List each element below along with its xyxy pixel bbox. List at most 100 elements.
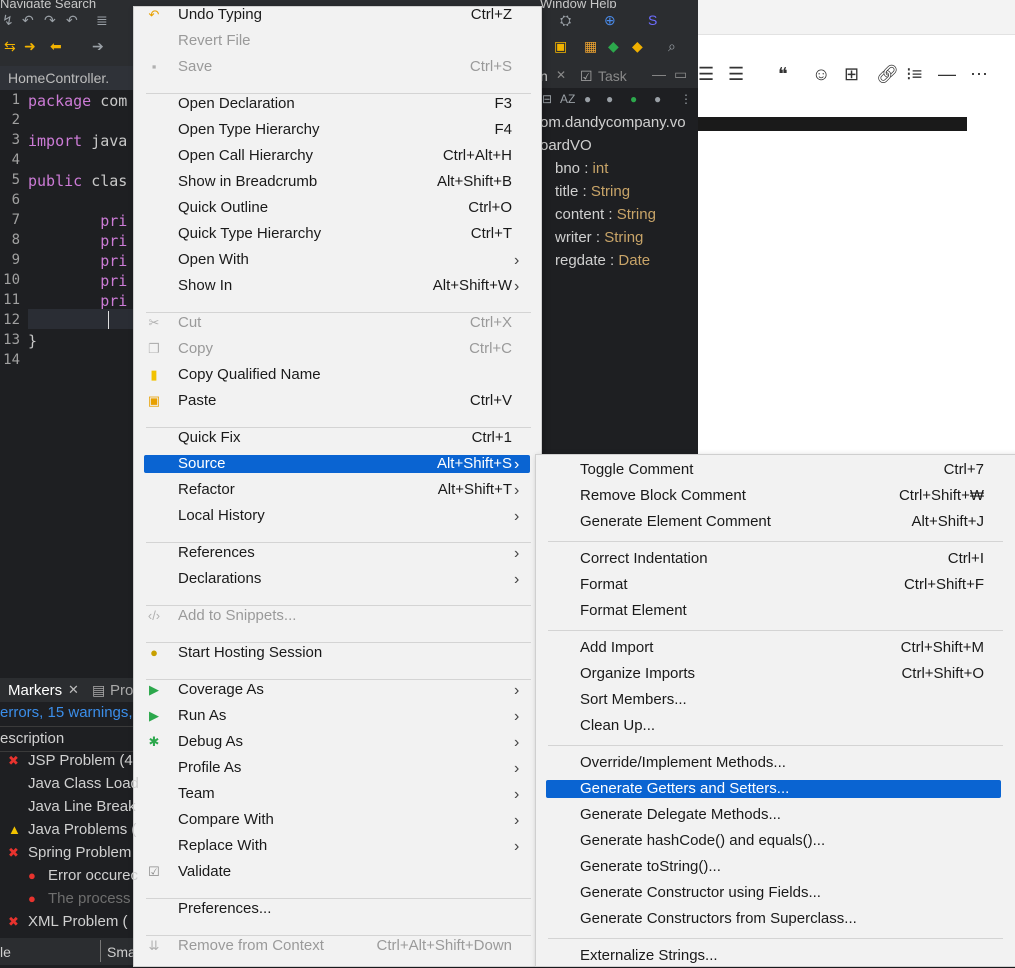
hide-fields-icon[interactable]: ● — [584, 92, 591, 106]
submenu-item-correct-indentation[interactable]: Correct Indentation Ctrl+I — [580, 547, 984, 571]
submenu-item-override-implement-methods[interactable]: Override/Implement Methods... — [580, 751, 984, 775]
menu-item-save[interactable]: Save Ctrl+S — [178, 55, 528, 79]
menu-item-open-with[interactable]: Open With — [178, 248, 528, 272]
hide-local-types-icon[interactable]: ● — [654, 92, 661, 106]
nav-back-icon[interactable]: ↶ — [22, 12, 34, 29]
code-line[interactable]: package com — [28, 92, 127, 110]
outline-field[interactable]: content : String — [555, 206, 656, 223]
horizontal-rule-icon[interactable]: — — [938, 64, 956, 85]
outline-field[interactable]: writer : String — [555, 229, 643, 246]
code-line[interactable]: public clas — [28, 172, 127, 190]
submenu-item-format[interactable]: Format Ctrl+Shift+F — [580, 573, 984, 597]
menu-item-quick-fix[interactable]: Quick Fix Ctrl+1 — [178, 426, 528, 450]
align-justify-icon[interactable]: ☰ — [728, 64, 744, 85]
maximize-icon[interactable]: ▭ — [674, 66, 687, 83]
spring-boot-icon[interactable]: S — [648, 12, 657, 28]
menu-item-team[interactable]: Team — [178, 782, 528, 806]
marker-row[interactable]: Error occurec — [48, 867, 138, 884]
submenu-item-organize-imports[interactable]: Organize Imports Ctrl+Shift+O — [580, 662, 984, 686]
submenu-item-add-import[interactable]: Add Import Ctrl+Shift+M — [580, 636, 984, 660]
perspective-git-icon[interactable]: ◆ — [608, 38, 619, 55]
search-icon[interactable]: ⌕ — [668, 38, 676, 55]
submenu-item-generate-element-comment[interactable]: Generate Element Comment Alt+Shift+J — [580, 510, 984, 534]
menu-item-add-to-snippets[interactable]: Add to Snippets... — [178, 604, 528, 628]
submenu-item-remove-block-comment[interactable]: Remove Block Comment Ctrl+Shift+₩ — [580, 484, 984, 508]
forward-arrow-icon[interactable]: ➔ — [92, 38, 104, 55]
sort-icon[interactable]: AZ — [560, 92, 575, 106]
hide-nonpublic-icon[interactable]: ● — [630, 92, 637, 106]
menu-item-paste[interactable]: Paste Ctrl+V — [178, 389, 528, 413]
collapse-all-icon[interactable]: ⊟ — [542, 92, 552, 106]
marker-row[interactable]: Java Line Break — [28, 798, 136, 815]
submenu-item-sort-members[interactable]: Sort Members... — [580, 688, 984, 712]
menu-item-compare-with[interactable]: Compare With — [178, 808, 528, 832]
outline-field[interactable]: regdate : Date — [555, 252, 650, 269]
code-line[interactable]: import java — [28, 132, 127, 150]
submenu-item-toggle-comment[interactable]: Toggle Comment Ctrl+7 — [580, 458, 984, 482]
menu-item-quick-outline[interactable]: Quick Outline Ctrl+O — [178, 196, 528, 220]
quote-icon[interactable]: ❝ — [778, 64, 788, 85]
submenu-item-generate-getters-and-setters[interactable]: Generate Getters and Setters... — [580, 777, 984, 801]
outline-field[interactable]: bno : int — [555, 160, 608, 177]
code-line[interactable]: pri — [28, 292, 127, 310]
code-line[interactable]: } — [28, 332, 37, 350]
description-column-header[interactable]: escription — [0, 730, 64, 747]
web-browser-icon[interactable]: ⊕ — [604, 12, 616, 29]
menu-item-run-as[interactable]: Run As — [178, 704, 528, 728]
forward-edit-icon[interactable]: ➜ — [24, 38, 36, 55]
menu-item-refactor[interactable]: Refactor Alt+Shift+T — [178, 478, 528, 502]
code-line[interactable]: pri — [28, 212, 127, 230]
menu-item-references[interactable]: References — [178, 541, 528, 565]
bullet-list-icon[interactable]: ⁝≡ — [906, 64, 922, 85]
submenu-item-clean-up[interactable]: Clean Up... — [580, 714, 984, 738]
code-lines[interactable]: 1 package com 2 3 import java 4 5 public clas 6 7… — [0, 90, 133, 370]
perspective-spring-icon[interactable]: ▦ — [584, 38, 597, 55]
minimize-icon[interactable]: — — [652, 66, 666, 82]
submenu-item-format-element[interactable]: Format Element — [580, 599, 984, 623]
view-menu-icon[interactable]: ⋮ — [680, 92, 692, 106]
menu-item-copy[interactable]: Copy Ctrl+C — [178, 337, 528, 361]
perspective-java-icon[interactable]: ▣ — [554, 38, 567, 55]
menu-item-revert-file[interactable]: Revert File — [178, 29, 528, 53]
menu-item-debug-as[interactable]: Debug As — [178, 730, 528, 754]
emoji-icon[interactable]: ☺ — [812, 64, 830, 85]
nav-next-icon[interactable]: ↷ — [44, 12, 56, 29]
close-icon[interactable]: ✕ — [556, 68, 566, 82]
menu-item-source[interactable]: Source Alt+Shift+S — [178, 452, 528, 476]
external-tools-icon[interactable]: ⛭ — [560, 12, 571, 29]
marker-row[interactable]: Java Class Load — [28, 775, 139, 792]
menu-item-validate[interactable]: Validate — [178, 860, 528, 884]
ide-menu-bar-right[interactable]: Window Help — [540, 0, 700, 8]
markers-tab[interactable]: Markers — [8, 682, 62, 699]
outline-class[interactable]: oardVO — [540, 137, 592, 154]
code-line[interactable]: pri — [28, 232, 127, 250]
submenu-item-externalize-strings[interactable]: Externalize Strings... — [580, 944, 984, 968]
submenu-item-generate-constructor-using-fields[interactable]: Generate Constructor using Fields... — [580, 881, 984, 905]
submenu-item-generate-constructors-from-superclass[interactable]: Generate Constructors from Superclass... — [580, 907, 984, 931]
menu-item-replace-with[interactable]: Replace With — [178, 834, 528, 858]
code-line[interactable] — [28, 312, 100, 330]
align-left-icon[interactable]: ☰ — [698, 64, 714, 85]
submenu-item-generate-delegate-methods[interactable]: Generate Delegate Methods... — [580, 803, 984, 827]
back-arrow-icon[interactable]: ⬅ — [50, 38, 62, 55]
ide-menu-bar-left[interactable]: Navigate Search — [0, 0, 140, 8]
marker-row[interactable]: The process — [48, 890, 131, 907]
menu-item-show-in[interactable]: Show In Alt+Shift+W — [178, 274, 528, 298]
more-icon[interactable]: ⋯ — [970, 64, 988, 85]
menu-item-open-declaration[interactable]: Open Declaration F3 — [178, 92, 528, 116]
outline-package[interactable]: om.dandycompany.vo — [540, 114, 686, 131]
menu-item-quick-type-hierarchy[interactable]: Quick Type Hierarchy Ctrl+T — [178, 222, 528, 246]
editor-tab-homecontroller[interactable]: HomeController. — [0, 66, 133, 90]
menu-item-profile-as[interactable]: Profile As — [178, 756, 528, 780]
menu-item-declarations[interactable]: Declarations — [178, 567, 528, 591]
menu-item-local-history[interactable]: Local History — [178, 504, 528, 528]
menu-item-remove-from-context[interactable]: Remove from Context Ctrl+Alt+Shift+Down — [178, 934, 528, 958]
menu-item-start-hosting-session[interactable]: Start Hosting Session — [178, 641, 528, 665]
submenu-item-generate-hashcode-and-equals[interactable]: Generate hashCode() and equals()... — [580, 829, 984, 853]
last-edit-icon[interactable]: ⇆ — [4, 38, 16, 55]
code-line[interactable]: pri — [28, 272, 127, 290]
task-tab[interactable]: Task — [598, 68, 627, 84]
properties-tab[interactable]: Pro — [110, 682, 133, 699]
search-tool-icon[interactable]: ≣ — [96, 12, 108, 29]
navigate-icon[interactable]: ↯ — [2, 12, 14, 29]
